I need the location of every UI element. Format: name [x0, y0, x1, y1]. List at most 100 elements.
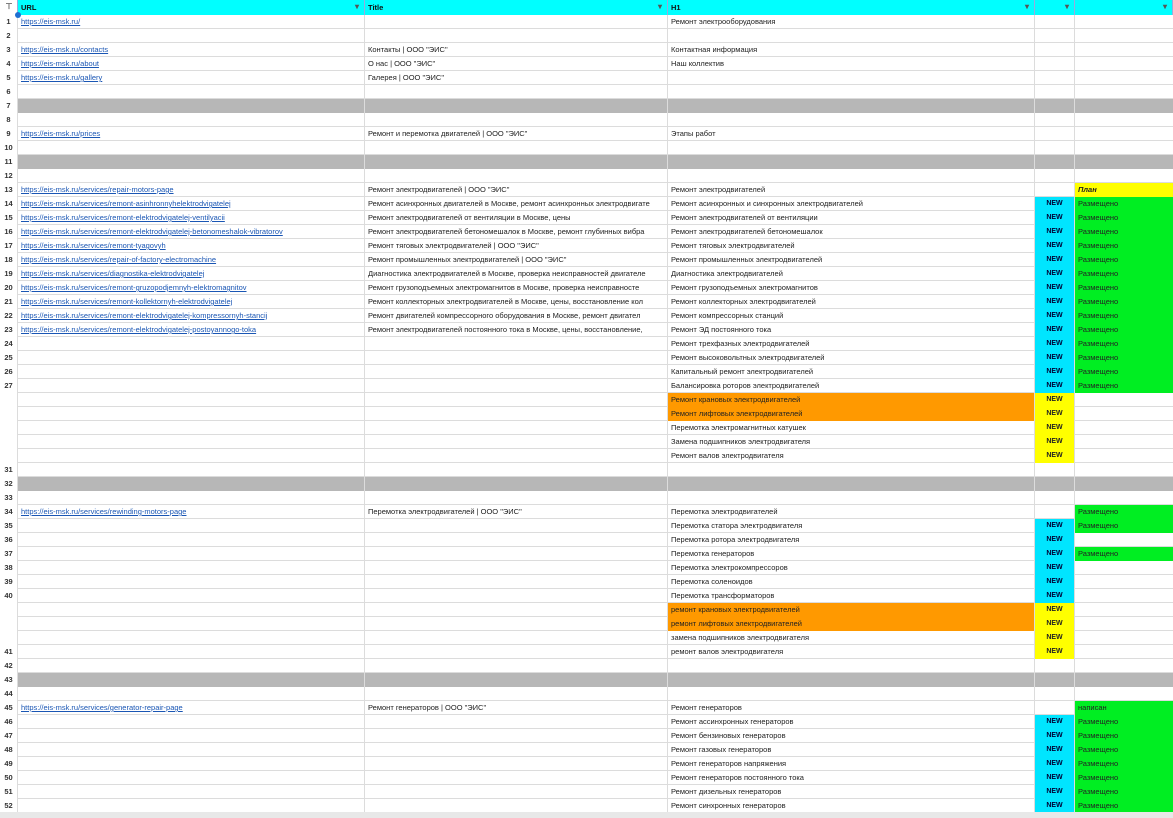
- cell-url[interactable]: https://eis-msk.ru/services/remont-gruzo…: [18, 281, 365, 295]
- cell-placement-status[interactable]: [1075, 631, 1173, 645]
- cell-status-new[interactable]: NEW: [1035, 743, 1075, 757]
- cell-h1[interactable]: Перемотка трансформаторов: [668, 589, 1035, 603]
- cell-title[interactable]: [365, 659, 668, 673]
- row-number[interactable]: 17: [0, 239, 18, 253]
- url-link[interactable]: https://eis-msk.ru/services/rewinding-mo…: [21, 507, 186, 516]
- cell-title[interactable]: Контакты | ООО "ЭИС": [365, 43, 668, 57]
- row-number[interactable]: 6: [0, 85, 18, 99]
- cell-title[interactable]: Ремонт грузоподъемных электромагнитов в …: [365, 281, 668, 295]
- cell-status-new[interactable]: NEW: [1035, 435, 1075, 449]
- cell-status-new[interactable]: [1035, 15, 1075, 29]
- cell-title[interactable]: [365, 519, 668, 533]
- cell-status-new[interactable]: [1035, 659, 1075, 673]
- cell-h1[interactable]: Ремонт электрооборудования: [668, 15, 1035, 29]
- cell-url[interactable]: https://eis-msk.ru/services/remont-kolle…: [18, 295, 365, 309]
- cell-title[interactable]: [365, 533, 668, 547]
- cell-h1[interactable]: Ремонт коллекторных электродвигателей: [668, 295, 1035, 309]
- cell-h1[interactable]: Ремонт асинхронных и синхронных электрод…: [668, 197, 1035, 211]
- cell-url[interactable]: [18, 743, 365, 757]
- cell-h1[interactable]: замена подшипников электродвигателя: [668, 631, 1035, 645]
- cell-h1[interactable]: Ремонт дизельных генераторов: [668, 785, 1035, 799]
- cell-url[interactable]: [18, 519, 365, 533]
- cell-placement-status[interactable]: Размещено: [1075, 743, 1173, 757]
- cell-status-new[interactable]: NEW: [1035, 631, 1075, 645]
- cell-placement-status[interactable]: Размещено: [1075, 351, 1173, 365]
- cell-url[interactable]: [18, 771, 365, 785]
- row-number[interactable]: 42: [0, 659, 18, 673]
- cell-title[interactable]: [365, 757, 668, 771]
- cell-url[interactable]: https://eis-msk.ru/services/remont-tyago…: [18, 239, 365, 253]
- cell-title[interactable]: Перемотка электродвигателей | ООО "ЭИС": [365, 505, 668, 519]
- cell-placement-status[interactable]: Размещено: [1075, 337, 1173, 351]
- filter-icon[interactable]: ▾: [1161, 3, 1169, 11]
- cell-title[interactable]: Ремонт электродвигателей бетономешалок в…: [365, 225, 668, 239]
- row-number[interactable]: 10: [0, 141, 18, 155]
- cell-placement-status[interactable]: [1075, 477, 1173, 491]
- cell-title[interactable]: Ремонт двигателей компрессорного оборудо…: [365, 309, 668, 323]
- row-number[interactable]: 41: [0, 645, 18, 659]
- cell-status-new[interactable]: NEW: [1035, 379, 1075, 393]
- cell-url[interactable]: https://eis-msk.ru/contacts: [18, 43, 365, 57]
- cell-url[interactable]: https://eis-msk.ru/services/rewinding-mo…: [18, 505, 365, 519]
- url-link[interactable]: https://eis-msk.ru/services/remont-kolle…: [21, 297, 232, 306]
- cell-title[interactable]: [365, 155, 668, 169]
- cell-placement-status[interactable]: [1075, 29, 1173, 43]
- cell-title[interactable]: [365, 799, 668, 813]
- url-link[interactable]: https://eis-msk.ru/services/remont-gruzo…: [21, 283, 247, 292]
- row-number[interactable]: 2: [0, 29, 18, 43]
- row-number[interactable]: 36: [0, 533, 18, 547]
- cell-status-new[interactable]: NEW: [1035, 295, 1075, 309]
- cell-h1[interactable]: Капитальный ремонт электродвигателей: [668, 365, 1035, 379]
- cell-placement-status[interactable]: [1075, 687, 1173, 701]
- cell-url[interactable]: [18, 645, 365, 659]
- cell-status-new[interactable]: [1035, 701, 1075, 715]
- row-number[interactable]: 16: [0, 225, 18, 239]
- cell-placement-status[interactable]: [1075, 645, 1173, 659]
- row-number[interactable]: 40: [0, 589, 18, 603]
- cell-title[interactable]: [365, 687, 668, 701]
- cell-status-new[interactable]: [1035, 169, 1075, 183]
- cell-title[interactable]: [365, 771, 668, 785]
- cell-h1[interactable]: [668, 113, 1035, 127]
- cell-url[interactable]: https://eis-msk.ru/services/remont-elekt…: [18, 309, 365, 323]
- cell-h1[interactable]: Ремонт компрессорных станций: [668, 309, 1035, 323]
- url-link[interactable]: https://eis-msk.ru/services/remont-elekt…: [21, 227, 283, 236]
- cell-h1[interactable]: Ремонт газовых генераторов: [668, 743, 1035, 757]
- row-number[interactable]: 51: [0, 785, 18, 799]
- cell-placement-status[interactable]: Размещено: [1075, 239, 1173, 253]
- cell-url[interactable]: [18, 463, 365, 477]
- column-header-title[interactable]: Title ▾: [365, 0, 668, 15]
- cell-title[interactable]: Диагностика электродвигателей в Москве, …: [365, 267, 668, 281]
- cell-placement-status[interactable]: Размещено: [1075, 771, 1173, 785]
- cell-placement-status[interactable]: Размещено: [1075, 365, 1173, 379]
- row-number[interactable]: 45: [0, 701, 18, 715]
- cell-h1[interactable]: Ремонт крановых электродвигателей: [668, 393, 1035, 407]
- cell-url[interactable]: [18, 365, 365, 379]
- cell-title[interactable]: [365, 421, 668, 435]
- cell-placement-status[interactable]: Размещено: [1075, 519, 1173, 533]
- cell-status-new[interactable]: [1035, 71, 1075, 85]
- cell-url[interactable]: https://eis-msk.ru/services/remont-asinh…: [18, 197, 365, 211]
- cell-h1[interactable]: Ремонт электродвигателей от вентиляции: [668, 211, 1035, 225]
- cell-title[interactable]: [365, 365, 668, 379]
- row-number[interactable]: 13: [0, 183, 18, 197]
- url-link[interactable]: https://eis-msk.ru/services/diagnostika-…: [21, 269, 204, 278]
- cell-h1[interactable]: Наш коллектив: [668, 57, 1035, 71]
- cell-url[interactable]: https://eis-msk.ru/services/remont-elekt…: [18, 323, 365, 337]
- cell-url[interactable]: [18, 659, 365, 673]
- url-link[interactable]: https://eis-msk.ru/services/generator-re…: [21, 703, 183, 712]
- cell-url[interactable]: [18, 99, 365, 113]
- cell-url[interactable]: [18, 603, 365, 617]
- cell-url[interactable]: [18, 687, 365, 701]
- cell-url[interactable]: [18, 141, 365, 155]
- cell-h1[interactable]: Ремонт генераторов напряжения: [668, 757, 1035, 771]
- cell-placement-status[interactable]: [1075, 421, 1173, 435]
- column-header-e[interactable]: ▾: [1035, 0, 1075, 15]
- cell-title[interactable]: [365, 29, 668, 43]
- row-number[interactable]: 4: [0, 57, 18, 71]
- cell-h1[interactable]: Ремонт генераторов постоянного тока: [668, 771, 1035, 785]
- row-number[interactable]: 48: [0, 743, 18, 757]
- cell-title[interactable]: [365, 575, 668, 589]
- cell-title[interactable]: [365, 435, 668, 449]
- cell-placement-status[interactable]: [1075, 435, 1173, 449]
